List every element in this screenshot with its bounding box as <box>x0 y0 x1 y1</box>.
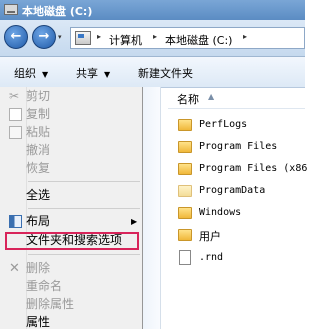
file-name: Program Files <box>199 141 278 152</box>
file-name: ProgramData <box>199 185 266 196</box>
folder-icon <box>178 163 192 175</box>
breadcrumb-computer[interactable]: 计算机 <box>109 32 142 48</box>
cut-icon: ✂ <box>9 89 20 103</box>
menu-separator <box>28 181 140 182</box>
folder-icon <box>178 207 192 219</box>
computer-icon <box>75 31 91 45</box>
navigation-pane[interactable] <box>143 87 161 329</box>
menu-item-delete: 删除 <box>26 261 51 275</box>
organize-button[interactable]: 组织 ▼ <box>14 65 48 81</box>
title-bar: 本地磁盘 (C:) <box>0 0 305 20</box>
breadcrumb-separator-icon[interactable]: ▸ <box>97 32 101 41</box>
forward-arrow-icon: → <box>38 29 50 44</box>
sort-ascending-icon: ▲ <box>208 92 215 101</box>
column-header-name[interactable]: 名称 ▲ <box>168 88 305 109</box>
menu-separator <box>28 208 140 209</box>
menu-item-cut: 剪切 <box>26 89 51 103</box>
folder-icon <box>178 141 192 153</box>
breadcrumb-local-disk[interactable]: 本地磁盘 (C:) <box>165 32 232 48</box>
file-name: Program Files (x86 <box>199 163 308 174</box>
file-name: 用户 <box>199 230 221 243</box>
chevron-down-icon: ▼ <box>42 70 49 79</box>
recent-pages-dropdown-icon[interactable]: ▾ <box>58 33 62 41</box>
window-title: 本地磁盘 (C:) <box>22 5 93 18</box>
drive-icon <box>4 4 18 15</box>
file-name: Windows <box>199 207 242 218</box>
hidden-folder-icon <box>178 185 192 197</box>
menu-item-layout[interactable]: 布局 <box>26 212 50 230</box>
column-header-label: 名称 <box>177 93 199 106</box>
forward-button[interactable]: → <box>32 25 56 49</box>
menu-separator <box>28 254 140 255</box>
breadcrumb-separator-icon[interactable]: ▸ <box>153 32 157 41</box>
copy-icon <box>9 108 22 121</box>
menu-item-redo: 恢复 <box>26 161 51 175</box>
submenu-arrow-icon: ▶ <box>131 217 138 226</box>
share-button[interactable]: 共享 ▼ <box>76 65 110 81</box>
paste-icon <box>9 126 22 139</box>
menu-item-undo: 撤消 <box>26 143 51 157</box>
file-icon <box>179 250 191 265</box>
menu-item-properties[interactable]: 属性 <box>26 313 50 331</box>
menu-item-rename: 重命名 <box>26 279 63 293</box>
share-label: 共享 <box>76 67 98 80</box>
organize-label: 组织 <box>14 67 36 80</box>
menu-item-paste: 粘贴 <box>26 125 51 139</box>
back-button[interactable]: ← <box>4 25 28 49</box>
file-name: PerfLogs <box>199 119 248 130</box>
delete-icon: ✕ <box>9 261 20 276</box>
menu-item-remove-properties: 删除属性 <box>26 297 75 311</box>
chevron-down-icon: ▼ <box>104 70 111 79</box>
menu-item-copy: 复制 <box>26 107 51 121</box>
folder-icon <box>178 229 192 241</box>
folder-icon <box>178 119 192 131</box>
highlight-box <box>5 232 139 250</box>
command-bar: 组织 ▼ 共享 ▼ 新建文件夹 <box>0 57 305 88</box>
address-bar[interactable]: ▸ 计算机 ▸ 本地磁盘 (C:) ▸ <box>70 27 305 49</box>
address-row: ← → ▾ ▸ 计算机 ▸ 本地磁盘 (C:) ▸ <box>0 20 305 57</box>
organize-menu: ✂ 剪切 复制 粘贴 撤消 恢复 全选 布局 ▶ 文件夹和搜索选项 ✕ 删除 重… <box>0 87 143 329</box>
menu-item-select-all[interactable]: 全选 <box>26 186 50 204</box>
breadcrumb-separator-icon[interactable]: ▸ <box>243 32 247 41</box>
new-folder-button[interactable]: 新建文件夹 <box>138 65 193 81</box>
file-name: .rnd <box>199 252 224 263</box>
back-arrow-icon: ← <box>10 29 22 44</box>
layout-icon <box>9 215 22 228</box>
